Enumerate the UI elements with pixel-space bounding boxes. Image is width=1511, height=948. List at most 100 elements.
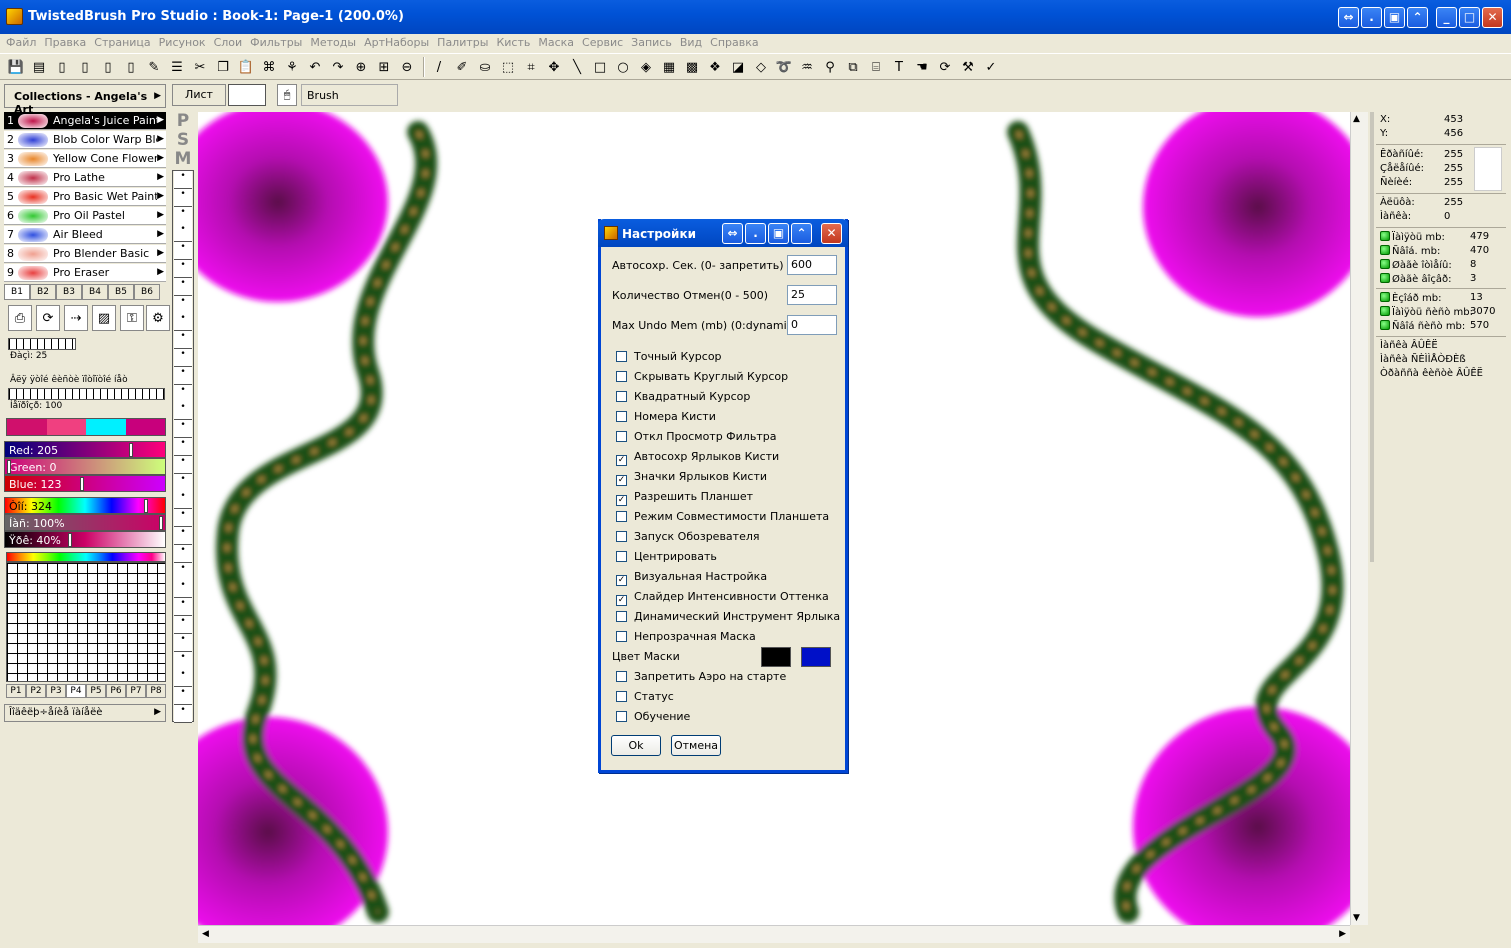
pen-icon[interactable]: ✎ [144, 57, 164, 77]
brush-move-icon[interactable]: ⇢ [64, 305, 88, 331]
palette-tab[interactable]: P5 [86, 684, 106, 698]
clone-icon[interactable]: ⧉ [843, 57, 863, 77]
magic-icon[interactable]: ⚘ [282, 57, 302, 77]
brush-lock-icon[interactable]: ⚿ [120, 305, 144, 331]
gradient-icon[interactable]: ▦ [659, 57, 679, 77]
dialog-title-bar[interactable]: Настройки ⇔ . ▣ ⌃ ✕ [598, 219, 848, 247]
brush-tab[interactable]: B2 [30, 284, 56, 300]
scroll-down-icon[interactable]: ▼ [1353, 913, 1360, 923]
green-slider-thumb[interactable] [7, 460, 11, 474]
palette-colors[interactable] [6, 552, 166, 562]
layer-cell[interactable]: • [174, 277, 192, 296]
palette-tab[interactable]: P2 [26, 684, 46, 698]
setting-checkbox[interactable]: Центрировать [616, 550, 717, 563]
page-icon[interactable]: ▯ [52, 57, 72, 77]
layer-cell[interactable]: • [174, 206, 192, 225]
menu-artsets[interactable]: АртНаборы [360, 34, 433, 50]
brush-item[interactable]: 9 Pro Eraser ▶ [4, 264, 166, 282]
checkbox-icon[interactable] [616, 611, 627, 622]
layer-cell[interactable]: • [174, 366, 192, 385]
layer-cell[interactable]: • [174, 242, 192, 261]
psm-p[interactable]: P [174, 112, 192, 130]
menu-edit[interactable]: Правка [40, 34, 90, 50]
save-icon[interactable]: 💾 [6, 57, 26, 77]
checkbox-icon[interactable] [616, 531, 627, 542]
checkbox-icon[interactable] [616, 691, 627, 702]
setting-checkbox[interactable]: Режим Совместимости Планшета [616, 510, 829, 523]
window-icon[interactable]: ▣ [1384, 7, 1405, 28]
chart-icon[interactable]: ◪ [728, 57, 748, 77]
setting-checkbox[interactable]: ✓ Автосохр Ярлыков Кисти [616, 450, 779, 466]
setting-checkbox[interactable]: Квадратный Курсор [616, 390, 750, 403]
setting-checkbox[interactable]: Непрозрачная Маска [616, 630, 756, 643]
rollup-icon[interactable]: ⌃ [791, 223, 812, 244]
setting-checkbox[interactable]: Запретить Аэро на старте [616, 670, 786, 683]
layer-cell[interactable]: • [174, 633, 192, 652]
stamp-icon[interactable]: ⌘ [259, 57, 279, 77]
close-button[interactable]: ✕ [1482, 7, 1503, 28]
value-slider[interactable]: Ÿðê: 40% [4, 531, 166, 548]
setting-checkbox[interactable]: ✓ Визуальная Настройка [616, 570, 767, 586]
zoom-out-icon[interactable]: ⊖ [397, 57, 417, 77]
page-next-icon[interactable]: ▯ [75, 57, 95, 77]
minimize-button[interactable]: _ [1436, 7, 1457, 28]
setting-checkbox[interactable]: Скрывать Круглый Курсор [616, 370, 788, 383]
checkbox-icon[interactable] [616, 671, 627, 682]
horizontal-scrollbar[interactable]: ◀ ▶ [198, 925, 1350, 943]
layer-cell[interactable]: • [174, 687, 192, 706]
brush-tab[interactable]: B4 [82, 284, 108, 300]
hue-slider[interactable]: Òîí: 324 [4, 497, 166, 514]
checkbox-icon[interactable] [616, 631, 627, 642]
menu-file[interactable]: Файл [0, 34, 40, 50]
setting-checkbox[interactable]: ✓ Значки Ярлыков Кисти [616, 470, 767, 486]
setting-checkbox[interactable]: Статус [616, 690, 674, 703]
checkbox-icon[interactable]: ✓ [616, 495, 627, 506]
copy-icon[interactable]: ❐ [213, 57, 233, 77]
color-swatch[interactable] [7, 419, 47, 435]
scroll-right-icon[interactable]: ▶ [1339, 929, 1346, 939]
palette-tab[interactable]: P8 [146, 684, 166, 698]
bucket-icon[interactable]: ⛀ [475, 57, 495, 77]
menu-page[interactable]: Страница [90, 34, 154, 50]
layer-cell[interactable]: • [174, 455, 192, 474]
checkbox-icon[interactable]: ✓ [616, 475, 627, 486]
menu-view[interactable]: Вид [676, 34, 706, 50]
setting-input[interactable]: 25 [787, 285, 837, 305]
menu-record[interactable]: Запись [627, 34, 676, 50]
blue-slider[interactable]: Blue: 123 [4, 475, 166, 492]
size-slider[interactable] [8, 338, 76, 350]
fill-icon[interactable]: ◈ [636, 57, 656, 77]
menu-layers[interactable]: Слои [210, 34, 247, 50]
layer-cell[interactable]: • [174, 295, 192, 314]
layer-cell[interactable]: • [174, 705, 192, 723]
brush-settings-icon[interactable]: ⚙ [146, 305, 170, 331]
layer-cell[interactable]: • [174, 598, 192, 617]
crop-icon[interactable]: ⌗ [521, 57, 541, 77]
red-slider[interactable]: Red: 205 [4, 441, 166, 458]
brush-item[interactable]: 4 Pro Lathe ▶ [4, 169, 166, 187]
lasso-icon[interactable]: ➰ [774, 57, 794, 77]
brush-refresh-icon[interactable]: ⟳ [36, 305, 60, 331]
setting-checkbox[interactable]: Запуск Обозревателя [616, 530, 760, 543]
check-tool-icon[interactable]: ✓ [981, 57, 1001, 77]
layer-cell[interactable]: • [174, 171, 192, 189]
page-new-icon[interactable]: ▯ [98, 57, 118, 77]
hue-slider-thumb[interactable] [143, 499, 148, 513]
brush-name-field[interactable]: Brush [301, 84, 398, 106]
brush-tab[interactable]: B6 [134, 284, 160, 300]
setting-checkbox[interactable]: Точный Курсор [616, 350, 722, 363]
brush-item[interactable]: 1 Angela's Juice Paint ▶ [4, 112, 166, 130]
palette-tab[interactable]: P7 [126, 684, 146, 698]
mask-color-swatch[interactable] [801, 647, 831, 667]
brush-item[interactable]: 3 Yellow Cone Flower ▶ [4, 150, 166, 168]
hand-icon[interactable]: ☚ [912, 57, 932, 77]
brush-tool-icon[interactable]: / [429, 57, 449, 77]
blue-slider-thumb[interactable] [80, 477, 85, 491]
menu-tools[interactable]: Сервис [578, 34, 627, 50]
layer-cell[interactable]: • [174, 438, 192, 456]
menu-mask[interactable]: Маска [534, 34, 578, 50]
layer-cell[interactable]: • [174, 580, 192, 599]
checkbox-icon[interactable]: ✓ [616, 595, 627, 606]
vertical-scrollbar[interactable]: ▲ ▼ [1350, 112, 1368, 925]
save-as-icon[interactable]: ▤ [29, 57, 49, 77]
